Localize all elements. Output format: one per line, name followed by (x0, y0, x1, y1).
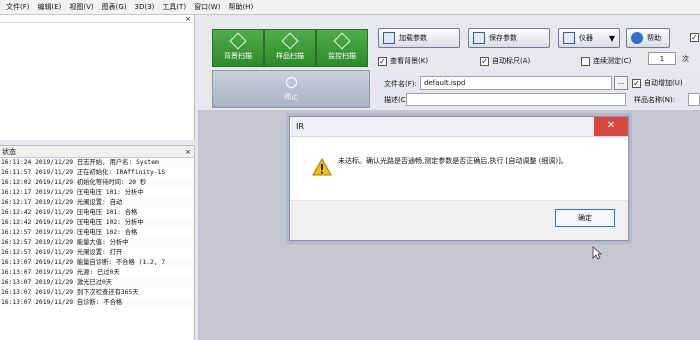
view-background-checkbox[interactable]: ✓ 查看背景(K) (378, 56, 428, 66)
help-icon (631, 32, 643, 44)
checkbox-box: ✓ (378, 56, 387, 66)
alert-dialog: IR ✕ 未达标。确认光路是否通畅,测定参数是否正确后,执行 [自动调整 (细调… (289, 116, 629, 241)
checkbox-box: ✓ (690, 33, 699, 42)
checkbox-box: ✓ (480, 56, 489, 66)
left-top-close-button[interactable]: × (185, 15, 191, 23)
instrument-label: 仪器 (579, 34, 593, 42)
sample-scan-label: 样品扫描 (276, 52, 304, 60)
menu-chart[interactable]: 图表(G) (98, 2, 131, 12)
sample-name-input[interactable] (688, 93, 700, 106)
log-row: 16:11:57 2019/11/29 正在初始化: IRAffinity-1S (1, 169, 166, 176)
load-params-label: 加载参数 (399, 34, 427, 42)
instrument-dropdown[interactable]: 仪器 ▼ (558, 28, 620, 48)
ok-button[interactable]: 确定 (555, 209, 615, 227)
menu-edit[interactable]: 编辑(E) (34, 2, 66, 12)
menu-file[interactable]: 文件(F) (2, 2, 34, 12)
menu-help[interactable]: 帮助(H) (224, 2, 257, 12)
save-params-button[interactable]: 保存参数 (468, 28, 550, 48)
log-row: 16:12:02 2019/11/29 初始化等待时间: 20 秒 (0, 178, 194, 188)
continuous-measure-checkbox[interactable]: 连续测定(C) (581, 56, 631, 66)
dialog-footer: 确定 (290, 200, 628, 240)
scan-diamond-icon (333, 32, 351, 50)
dialog-titlebar: IR ✕ (290, 117, 628, 137)
auto-ruler-label: 自动标尺(A) (492, 57, 531, 65)
menu-bar: 文件(F) 编辑(E) 视图(V) 图表(G) 3D(3) 工具(T) 窗口(W… (0, 0, 700, 15)
checkbox-box (581, 56, 590, 66)
auto-ruler-checkbox[interactable]: ✓ 自动标尺(A) (480, 56, 530, 66)
log-row: 16:12:57 2019/11/29 压电电压 102: 合格 (1, 229, 138, 236)
stop-button[interactable]: 停止 (212, 70, 370, 108)
warning-icon (312, 158, 332, 176)
background-scan-label: 背景扫描 (224, 52, 252, 60)
scan-button-group: 背景扫描 样品扫描 监控扫描 (212, 29, 370, 67)
continuous-measure-label: 连续测定(C) (593, 57, 632, 65)
status-log[interactable]: 16:11:24 2019/11/29 日志开始, 用户名: System 16… (0, 158, 194, 308)
log-row: 16:13:07 2019/11/29 能量自诊断: 不合格 (1.2, 7 (0, 258, 194, 268)
background-scan-button[interactable]: 背景扫描 (212, 29, 264, 67)
log-row: 16:13:07 2019/11/29 光源: 已过0天 (1, 269, 120, 276)
save-params-label: 保存参数 (489, 34, 517, 42)
dialog-title: IR (296, 122, 304, 131)
menu-window[interactable]: 窗口(W) (190, 2, 224, 12)
sample-scan-button[interactable]: 样品扫描 (264, 29, 316, 67)
mouse-cursor-icon (592, 246, 602, 260)
menu-3d[interactable]: 3D(3) (131, 3, 159, 11)
description-input[interactable] (406, 93, 626, 106)
log-row: 16:11:24 2019/11/29 日志开始, 用户名: System (0, 158, 194, 168)
status-panel-close-button[interactable]: × (185, 146, 191, 158)
log-row: 16:13:07 2019/11/29 激光已过0天 (0, 278, 194, 288)
monitor-scan-button[interactable]: 监控扫描 (316, 29, 368, 67)
monitor-scan-label: 监控扫描 (328, 52, 356, 60)
log-row: 16:12:57 2019/11/29 光阑设置: 打开 (1, 249, 123, 256)
stop-label: 停止 (284, 92, 298, 101)
left-top-panel: × (0, 15, 195, 140)
help-button[interactable]: 帮助 (626, 28, 670, 48)
chevron-down-icon: ▼ (608, 33, 615, 43)
log-row: 16:13:07 2019/11/29 到下次检查还有365天 (1, 289, 139, 296)
folder-open-icon (383, 32, 395, 44)
file-name-label: 文件名(F): (384, 80, 417, 88)
repeat-count-input[interactable]: 1 (648, 52, 676, 65)
log-row: 16:12:57 2019/11/29 能量大值: 分析中 (0, 238, 194, 248)
scan-diamond-icon (281, 32, 299, 50)
log-row: 16:12:17 2019/11/29 压电电压 101: 分析中 (1, 189, 144, 196)
log-row: 16:12:17 2019/11/29 光阑设置: 自动 (0, 198, 194, 208)
log-row: 16:12:42 2019/11/29 压电电压 101: 合格 (1, 209, 138, 216)
file-name-input[interactable]: default.ispd (420, 76, 612, 90)
log-row: 16:12:42 2019/11/29 压电电压 102: 分析中 (0, 218, 194, 228)
top-right-checkbox[interactable]: ✓ (690, 33, 700, 42)
dialog-message: 未达标。确认光路是否通畅,测定参数是否正确后,执行 [自动调整 (细调)]。 (338, 157, 568, 165)
checkbox-box: ✓ (632, 78, 641, 88)
instrument-icon (563, 32, 575, 44)
auto-increment-label: 自动增加(U) (644, 79, 683, 87)
status-panel-header: 状态 × (0, 146, 194, 158)
repeat-count-unit: 次 (682, 55, 689, 63)
status-panel-title: 状态 (2, 148, 16, 156)
save-disk-icon (473, 32, 485, 44)
menu-view[interactable]: 视图(V) (65, 2, 97, 12)
status-panel: 状态 × 16:11:24 2019/11/29 日志开始, 用户名: Syst… (0, 145, 195, 340)
dialog-body: 未达标。确认光路是否通畅,测定参数是否正确后,执行 [自动调整 (细调)]。 确… (290, 138, 628, 240)
left-top-titlebar: × (0, 15, 194, 23)
view-background-label: 查看背景(K) (390, 57, 429, 65)
menu-tools[interactable]: 工具(T) (158, 2, 190, 12)
help-label: 帮助 (647, 34, 661, 42)
sample-name-label: 样品名称(N): (634, 96, 676, 104)
browse-button[interactable]: ... (614, 76, 628, 90)
load-params-button[interactable]: 加载参数 (378, 28, 460, 48)
scan-diamond-icon (229, 32, 247, 50)
stop-icon (285, 76, 297, 88)
dialog-close-button[interactable]: ✕ (594, 117, 628, 136)
log-row: 16:13:07 2019/11/29 自诊断: 不合格 (0, 298, 194, 308)
auto-increment-checkbox[interactable]: ✓ 自动增加(U) (632, 78, 683, 88)
